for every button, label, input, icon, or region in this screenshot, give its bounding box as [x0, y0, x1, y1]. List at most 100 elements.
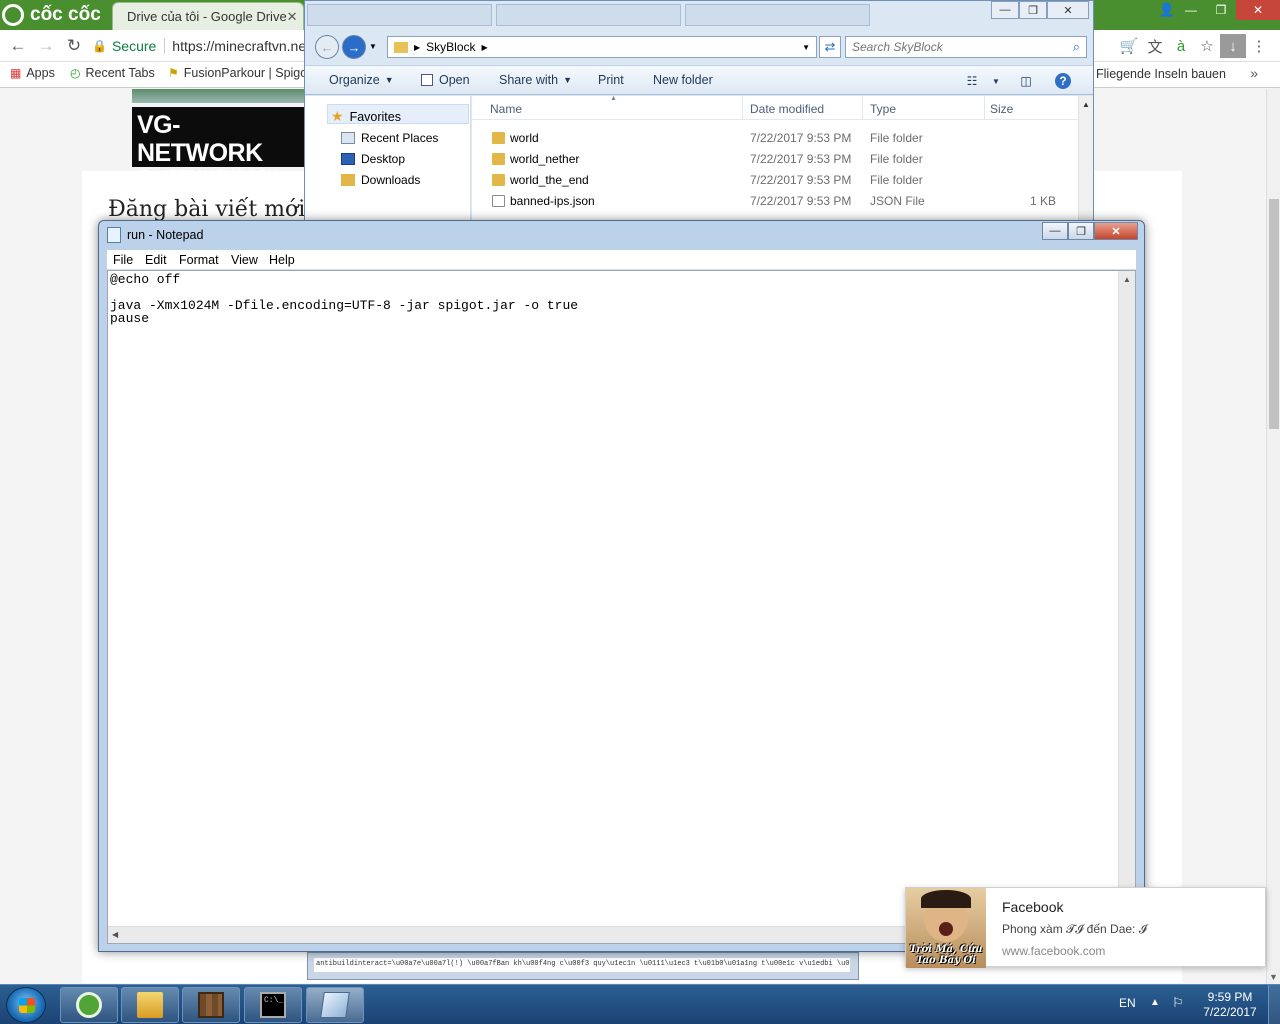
maximize-button[interactable]: ❐ — [1019, 1, 1047, 19]
nav-downloads[interactable]: Downloads — [341, 173, 420, 187]
taskbar-notepad[interactable] — [306, 987, 364, 1023]
new-folder-button[interactable]: New folder — [653, 73, 713, 87]
explorer-search-box[interactable]: ⌕ — [845, 36, 1087, 58]
preview-pane-icon[interactable]: ◫ — [1017, 73, 1035, 89]
tab-google-drive[interactable]: Drive của tôi - Google Drive ✕ — [112, 2, 304, 30]
bookmark-fliegende-inseln[interactable]: Fliegende Inseln bauen — [1096, 67, 1226, 81]
explorer-window-controls: — ❐ ✕ — [991, 1, 1089, 19]
system-clock[interactable]: 9:59 PM 7/22/2017 — [1200, 990, 1260, 1020]
back-arrow-icon[interactable]: ← — [8, 36, 28, 56]
chevron-right-icon[interactable]: ▶ — [482, 43, 488, 52]
scroll-up-icon[interactable]: ▲ — [1082, 100, 1090, 109]
nav-favorites[interactable]: ★ Favorites — [331, 108, 401, 125]
column-separator[interactable] — [984, 96, 985, 120]
recent-locations-chevron-icon[interactable]: ▼ — [369, 42, 377, 51]
file-row[interactable]: world_the_end 7/22/2017 9:53 PM File fol… — [472, 170, 1078, 191]
vg-network-banner[interactable]: VG-NETWORK IP: VIETGAMEMC.COM — [132, 107, 306, 182]
explorer-scrollbar[interactable]: ▲ — [1078, 96, 1093, 224]
column-separator[interactable] — [742, 96, 743, 120]
command-label: Organize — [329, 73, 380, 87]
close-window-button[interactable]: ✕ — [1047, 1, 1089, 19]
text-editor[interactable] — [110, 273, 1118, 925]
search-icon[interactable]: ⌕ — [1073, 39, 1080, 55]
scroll-up-icon[interactable]: ▲ — [1123, 275, 1131, 284]
file-row[interactable]: world_nether 7/22/2017 9:53 PM File fold… — [472, 149, 1078, 170]
print-button[interactable]: Print — [598, 73, 624, 87]
coccoc-extension-icon[interactable]: à — [1168, 34, 1194, 58]
facebook-notification[interactable]: Trời Má, Cứu Tao Bây Ơi Facebook Phong x… — [905, 887, 1266, 968]
menu-view[interactable]: View — [231, 253, 258, 267]
menu-file[interactable]: File — [113, 253, 133, 267]
reload-icon[interactable]: ↻ — [64, 36, 84, 56]
start-button[interactable] — [6, 987, 46, 1023]
close-tab-icon[interactable]: ✕ — [287, 9, 298, 25]
command-prompt-icon: C:\_ — [260, 992, 286, 1018]
organize-button[interactable]: Organize ▼ — [329, 73, 394, 87]
recent-places-icon — [341, 132, 355, 144]
cmd-window-peek[interactable]: antibuildinteract=\u00a7e\u00a7l(!) \u00… — [307, 952, 859, 980]
taskbar-cmd[interactable]: C:\_ — [244, 987, 302, 1023]
column-type[interactable]: Type — [870, 102, 896, 116]
shopping-cart-icon[interactable]: 🛒 — [1116, 34, 1142, 58]
minimize-button[interactable]: — — [991, 1, 1019, 19]
explorer-path-bar[interactable]: ▶ SkyBlock ▶ ▼ — [387, 36, 817, 58]
action-center-flag-icon[interactable]: ⚐ — [1172, 995, 1188, 1011]
notepad-window-controls: — ❐ ✕ — [1042, 222, 1138, 240]
path-dropdown-icon[interactable]: ▼ — [802, 43, 810, 52]
taskbar-coccoc[interactable] — [60, 987, 118, 1023]
file-row[interactable]: banned-ips.json 7/22/2017 9:53 PM JSON F… — [472, 191, 1078, 212]
view-options-icon[interactable]: ☷ — [963, 73, 981, 89]
file-row[interactable]: world 7/22/2017 9:53 PM File folder — [472, 128, 1078, 149]
taskbar-explorer[interactable] — [121, 987, 179, 1023]
browser-menu-icon[interactable]: ⋮ — [1246, 34, 1272, 58]
notepad-icon[interactable] — [107, 227, 121, 243]
nav-desktop[interactable]: Desktop — [341, 152, 405, 166]
address-bar[interactable]: 🔒 Secure https://minecraftvn.net — [92, 34, 306, 58]
show-hidden-icons-icon[interactable]: ▲ — [1150, 997, 1160, 1008]
chevron-down-icon[interactable]: ▼ — [987, 73, 1005, 89]
menu-help[interactable]: Help — [269, 253, 295, 267]
file-date: 7/22/2017 9:53 PM — [750, 194, 852, 208]
chevron-right-icon[interactable]: ▶ — [414, 43, 420, 52]
bookmark-apps[interactable]: ▦ Apps — [10, 66, 55, 80]
bookmark-recent-tabs[interactable]: ◴ Recent Tabs — [70, 66, 155, 80]
nav-recent-places[interactable]: Recent Places — [341, 131, 438, 145]
back-arrow-icon[interactable]: ← — [315, 35, 339, 59]
bookmark-fusionparkour[interactable]: ⚑ FusionParkour | Spigot — [168, 66, 304, 80]
coccoc-logo[interactable]: cốc cốc — [2, 2, 110, 28]
menu-format[interactable]: Format — [179, 253, 219, 267]
vertical-scrollbar[interactable]: ▲ — [1118, 271, 1135, 927]
minimize-button[interactable]: — — [1042, 222, 1068, 240]
path-segment[interactable]: SkyBlock — [426, 40, 475, 54]
scrollbar-thumb[interactable] — [1269, 199, 1279, 429]
scroll-left-icon[interactable]: ◀ — [112, 930, 118, 939]
share-with-button[interactable]: Share with ▼ — [499, 73, 572, 87]
bookmark-label: Apps — [26, 66, 55, 80]
translate-icon[interactable]: 文 — [1142, 34, 1168, 58]
file-date: 7/22/2017 9:53 PM — [750, 152, 852, 166]
column-size[interactable]: Size — [990, 102, 1013, 116]
bookmark-star-icon[interactable]: ☆ — [1194, 34, 1220, 58]
maximize-button[interactable]: ❐ — [1206, 0, 1236, 20]
scroll-down-icon[interactable]: ▼ — [1269, 972, 1278, 982]
more-bookmarks-icon[interactable]: » — [1250, 65, 1258, 81]
help-icon[interactable]: ? — [1055, 73, 1071, 89]
column-name[interactable]: Name — [490, 102, 522, 116]
close-window-button[interactable]: ✕ — [1236, 0, 1280, 20]
close-window-button[interactable]: ✕ — [1094, 222, 1138, 240]
show-desktop-button[interactable] — [1268, 985, 1280, 1024]
minimize-button[interactable]: — — [1176, 0, 1206, 20]
column-separator[interactable] — [862, 96, 863, 120]
taskbar-minecraft[interactable] — [182, 987, 240, 1023]
download-icon[interactable]: ↓ — [1220, 34, 1246, 58]
browser-scrollbar[interactable]: ▼ — [1266, 89, 1280, 984]
forward-arrow-icon[interactable]: → — [342, 35, 366, 59]
maximize-button[interactable]: ❐ — [1068, 222, 1094, 240]
forward-arrow-icon[interactable]: → — [36, 36, 56, 56]
column-date-modified[interactable]: Date modified — [750, 102, 824, 116]
refresh-icon[interactable]: ⇄ — [819, 36, 841, 58]
open-button[interactable]: Open — [421, 73, 470, 87]
menu-edit[interactable]: Edit — [145, 253, 167, 267]
language-indicator[interactable]: EN — [1119, 996, 1136, 1010]
search-input[interactable] — [846, 37, 1056, 57]
